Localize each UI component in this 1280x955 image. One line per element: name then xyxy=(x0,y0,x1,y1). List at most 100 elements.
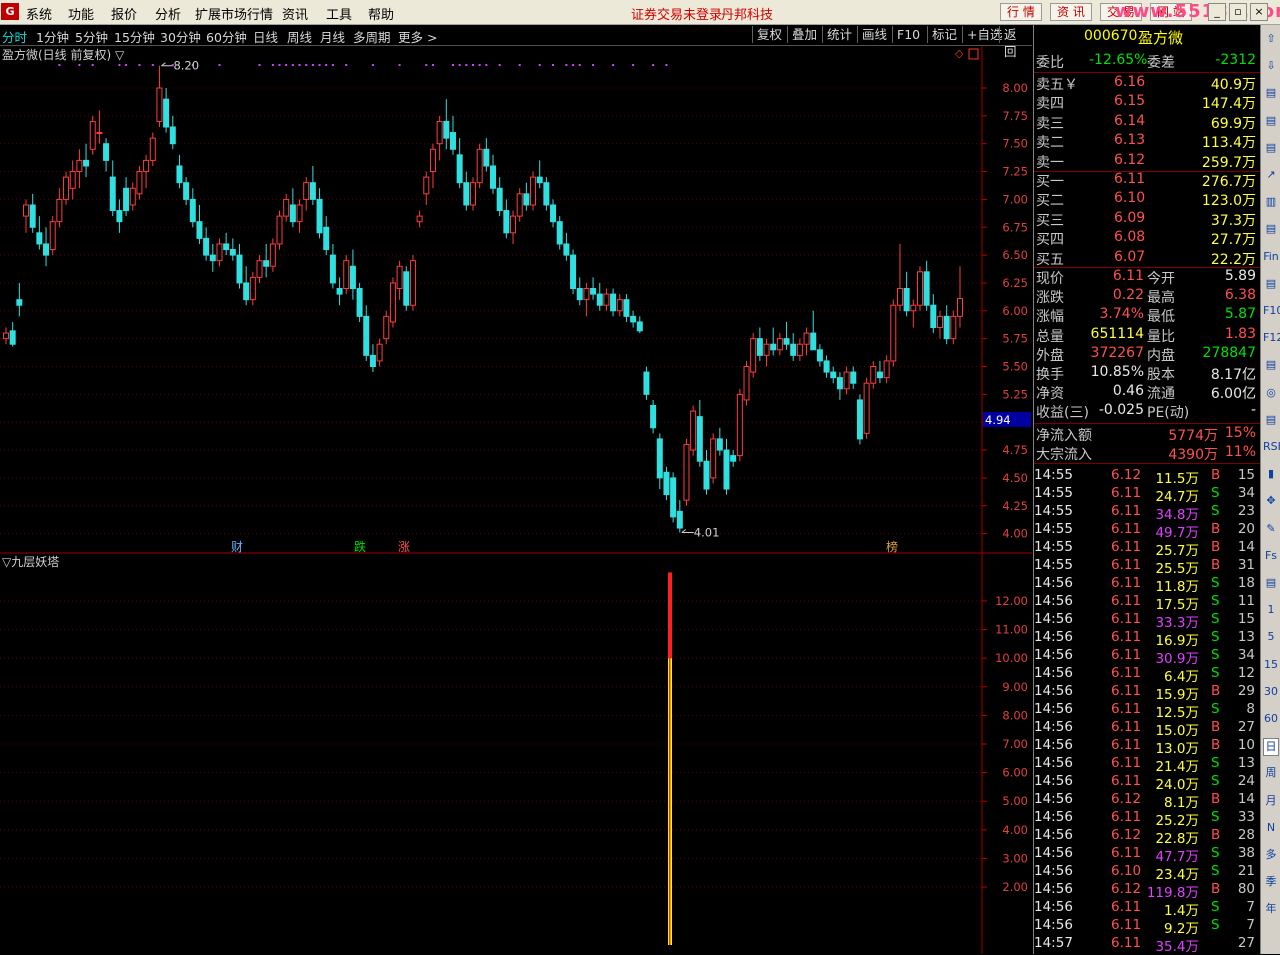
back-button[interactable]: 返回 xyxy=(999,26,1032,59)
restore-icon[interactable] xyxy=(968,48,979,60)
sidebar-tool-11[interactable]: F12 xyxy=(1263,330,1280,346)
period-30min[interactable]: 30分钟 xyxy=(160,27,201,46)
sidebar-tool-19[interactable]: Fs xyxy=(1263,548,1279,564)
tick-row[interactable]: 14:56 6.11 47.7万 S 38 xyxy=(1033,844,1259,865)
sidebar-tool-10[interactable]: F10 xyxy=(1263,303,1280,319)
stock-notice[interactable]: 丹邦科技 xyxy=(721,4,773,23)
period-1min[interactable]: 1分钟 xyxy=(36,27,69,46)
tick-row[interactable]: 14:56 6.12 8.1万 B 14 xyxy=(1033,790,1259,811)
sidebar-tool-18[interactable]: ✎ xyxy=(1263,521,1279,537)
trade-login-notice[interactable]: 证券交易未登录 xyxy=(631,4,722,23)
tick-row[interactable]: 14:55 6.11 25.7万 B 14 xyxy=(1033,538,1259,559)
period-monthly[interactable]: 月线 xyxy=(320,27,345,46)
sidebar-tool-1[interactable]: ⇩ xyxy=(1263,58,1279,74)
news-button[interactable]: 资 讯 xyxy=(1050,3,1092,21)
indicator-title[interactable]: ▽九层妖塔 xyxy=(2,555,59,569)
tick-row[interactable]: 14:56 6.11 15.9万 B 29 xyxy=(1033,682,1259,703)
sidebar-tool-8[interactable]: Fin xyxy=(1263,249,1279,265)
period-more[interactable]: 更多 > xyxy=(398,27,437,46)
tick-row[interactable]: 14:56 6.11 30.9万 S 34 xyxy=(1033,646,1259,667)
period-60min[interactable]: 60分钟 xyxy=(206,27,247,46)
draw-line-button[interactable]: 画线 xyxy=(857,26,891,43)
sidebar-tool-26[interactable]: 日 xyxy=(1263,738,1279,757)
sidebar-tool-31[interactable]: 季 xyxy=(1263,874,1279,890)
sidebar-tool-22[interactable]: 5 xyxy=(1263,629,1279,645)
tick-row[interactable]: 14:56 6.11 21.4万 S 13 xyxy=(1033,754,1259,775)
sidebar-tool-6[interactable]: ▥ xyxy=(1263,194,1279,210)
menu-tools[interactable]: 工具 xyxy=(326,4,352,23)
period-5min[interactable]: 5分钟 xyxy=(75,27,108,46)
tick-row[interactable]: 14:55 6.11 34.8万 S 23 xyxy=(1033,502,1259,523)
menu-extended-market[interactable]: 扩展市场行情 xyxy=(195,4,273,23)
tick-row[interactable]: 14:56 6.12 119.8万 B 80 xyxy=(1033,880,1259,901)
statistics-button[interactable]: 统计 xyxy=(822,26,856,43)
period-intraday[interactable]: 分时 xyxy=(2,27,27,46)
sidebar-tool-30[interactable]: 多 xyxy=(1263,847,1279,863)
tick-row[interactable]: 14:56 6.11 9.2万 S 7 xyxy=(1033,916,1259,937)
sidebar-tool-29[interactable]: N xyxy=(1263,820,1279,836)
adjust-button[interactable]: 复权 xyxy=(752,26,786,43)
tick-row[interactable]: 14:56 6.11 24.0万 S 24 xyxy=(1033,772,1259,793)
tick-row[interactable]: 14:56 6.11 17.5万 S 11 xyxy=(1033,592,1259,613)
app-logo-icon[interactable]: G xyxy=(1,3,19,20)
minimize-button[interactable]: _ xyxy=(1208,3,1226,21)
f10-button[interactable]: F10 xyxy=(892,26,924,43)
sidebar-tool-4[interactable]: ▤ xyxy=(1263,140,1279,156)
sidebar-tool-16[interactable]: ▮ xyxy=(1263,466,1279,482)
tick-row[interactable]: 14:56 6.10 23.4万 S 21 xyxy=(1033,862,1259,883)
market-button[interactable]: 行 情 xyxy=(1000,3,1042,21)
sidebar-tool-24[interactable]: 30 xyxy=(1263,684,1279,700)
period-15min[interactable]: 15分钟 xyxy=(114,27,155,46)
tick-row[interactable]: 14:55 6.11 49.7万 B 20 xyxy=(1033,520,1259,541)
sidebar-tool-13[interactable]: ◎ xyxy=(1263,385,1279,401)
tick-row[interactable]: 14:56 6.11 11.8万 S 18 xyxy=(1033,574,1259,595)
overlay-button[interactable]: 叠加 xyxy=(787,26,821,43)
tick-row[interactable]: 14:56 6.12 22.8万 B 28 xyxy=(1033,826,1259,847)
tick-row[interactable]: 14:55 6.11 24.7万 S 34 xyxy=(1033,484,1259,505)
news-tag-fall[interactable]: 跌 xyxy=(354,538,366,555)
period-multi[interactable]: 多周期 xyxy=(353,27,391,46)
tick-row[interactable]: 14:56 6.11 16.9万 S 13 xyxy=(1033,628,1259,649)
period-weekly[interactable]: 周线 xyxy=(287,27,312,46)
menu-quote[interactable]: 报价 xyxy=(111,4,137,23)
menu-analysis[interactable]: 分析 xyxy=(155,4,181,23)
menu-help[interactable]: 帮助 xyxy=(368,4,394,23)
sidebar-tool-12[interactable]: ▤ xyxy=(1263,357,1279,373)
sidebar-tool-3[interactable]: ▤ xyxy=(1263,113,1279,129)
tick-row[interactable]: 14:55 6.12 11.5万 B 15 xyxy=(1033,466,1259,487)
sidebar-tool-23[interactable]: 15 xyxy=(1263,657,1279,673)
chart-title[interactable]: 盈方微(日线 前复权) ▽ xyxy=(2,47,125,62)
sidebar-tool-9[interactable]: ▤ xyxy=(1263,276,1279,292)
maximize-button[interactable]: ▫ xyxy=(1229,3,1247,21)
tick-row[interactable]: 14:57 6.11 35.4万 27 xyxy=(1033,934,1259,955)
tick-list[interactable]: 14:55 6.12 11.5万 B 15 14:55 6.11 24.7万 S 34 14:55 6… xyxy=(1033,466,1259,955)
sidebar-tool-0[interactable]: ⇧ xyxy=(1263,31,1279,47)
sidebar-tool-2[interactable]: ▤ xyxy=(1263,85,1279,101)
sidebar-tool-14[interactable]: ▤ xyxy=(1263,412,1279,428)
sidebar-tool-27[interactable]: 周 xyxy=(1263,765,1279,781)
news-tag-list[interactable]: 榜 xyxy=(886,538,898,555)
tick-row[interactable]: 14:56 6.11 13.0万 B 10 xyxy=(1033,736,1259,757)
tick-row[interactable]: 14:56 6.11 6.4万 S 12 xyxy=(1033,664,1259,685)
tick-row[interactable]: 14:55 6.11 25.5万 B 31 xyxy=(1033,556,1259,577)
menu-info[interactable]: 资讯 xyxy=(282,4,308,23)
menu-system[interactable]: 系统 xyxy=(26,4,52,23)
sidebar-tool-32[interactable]: 年 xyxy=(1263,901,1279,917)
tick-row[interactable]: 14:56 6.11 33.3万 S 15 xyxy=(1033,610,1259,631)
sidebar-tool-21[interactable]: 1 xyxy=(1263,602,1279,618)
sidebar-tool-25[interactable]: 60 xyxy=(1263,711,1279,727)
sidebar-tool-5[interactable]: ↗ xyxy=(1263,167,1279,183)
news-tag-finance[interactable]: 财 xyxy=(231,538,243,555)
sidebar-tool-28[interactable]: 月 xyxy=(1263,793,1279,809)
tick-row[interactable]: 14:56 6.11 25.2万 S 33 xyxy=(1033,808,1259,829)
sidebar-tool-20[interactable]: ▤ xyxy=(1263,575,1279,591)
close-button[interactable]: × xyxy=(1250,3,1268,21)
menu-function[interactable]: 功能 xyxy=(68,4,94,23)
period-daily[interactable]: 日线 xyxy=(253,27,278,46)
tick-row[interactable]: 14:56 6.11 1.4万 S 7 xyxy=(1033,898,1259,919)
sidebar-tool-15[interactable]: RSI xyxy=(1263,439,1280,455)
tick-row[interactable]: 14:56 6.11 15.0万 B 27 xyxy=(1033,718,1259,739)
diamond-icon[interactable]: ◇ xyxy=(955,47,964,60)
sidebar-tool-17[interactable]: ✥ xyxy=(1263,493,1279,509)
sidebar-tool-7[interactable]: ▤ xyxy=(1263,221,1279,237)
